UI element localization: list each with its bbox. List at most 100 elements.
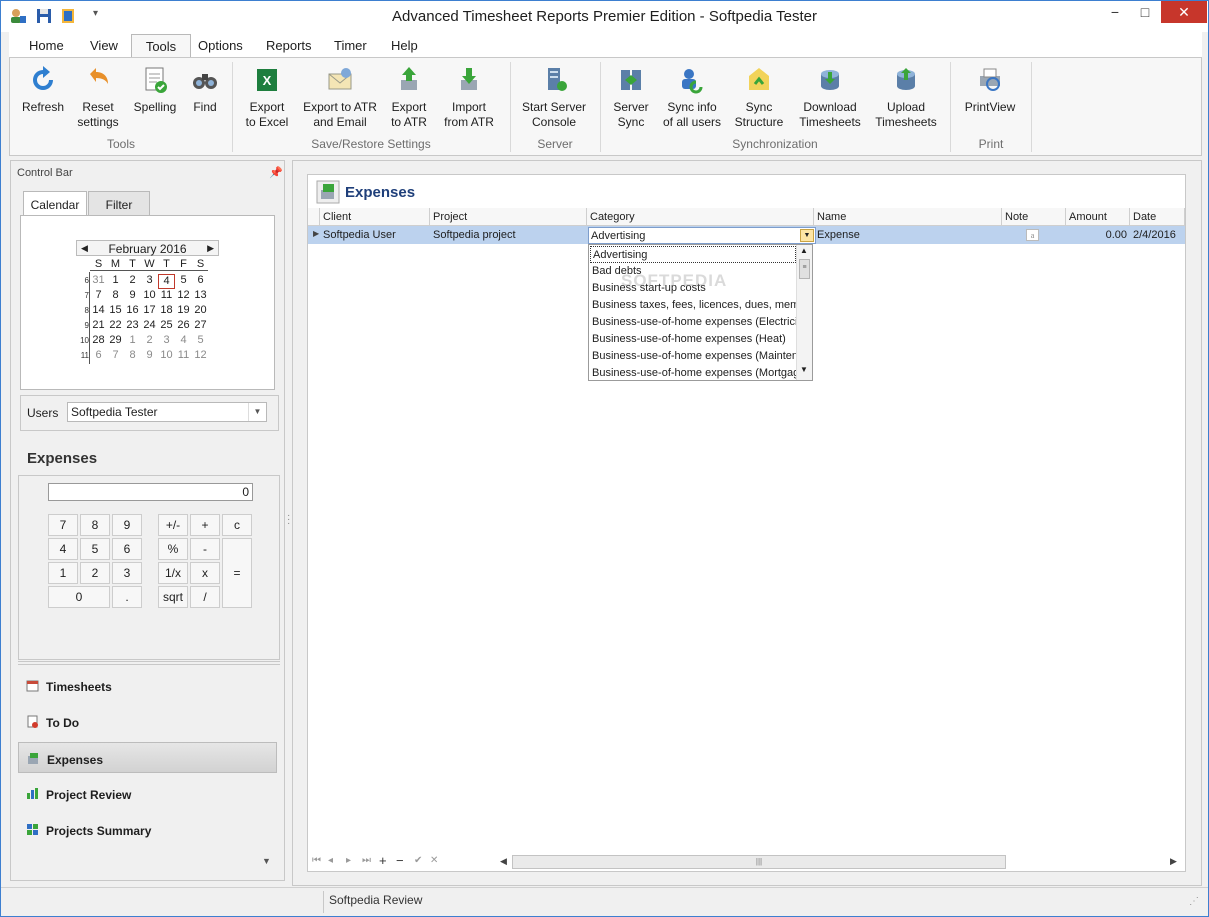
calendar-day[interactable]: 9 [124,289,141,301]
dropdown-option[interactable]: Bad debts [590,263,796,280]
resize-grip-icon[interactable]: ⋰ [1189,896,1199,907]
calendar-day[interactable]: 27 [192,319,209,331]
users-select[interactable]: Softpedia Tester ▼ [67,402,267,422]
nav-item-timesheets[interactable]: Timesheets [18,670,277,701]
calc-key-2[interactable]: 2 [80,562,110,584]
calc-key-percent[interactable]: % [158,538,188,560]
calendar-day[interactable]: 17 [141,304,158,316]
category-dropdown-button[interactable]: ▼ [800,229,814,242]
vertical-splitter-grip[interactable]: · · · [287,511,290,529]
tab-options[interactable]: Options [198,38,243,53]
calc-key-9[interactable]: 9 [112,514,142,536]
scroll-down-icon[interactable]: ▼ [800,365,808,374]
calc-key-6[interactable]: 6 [112,538,142,560]
export-atr-email-button[interactable]: Export to ATR and Email [300,64,380,130]
scroll-left-icon[interactable]: ◀ [500,856,507,867]
calc-key-3[interactable]: 3 [112,562,142,584]
reset-settings-button[interactable]: Reset settings [72,64,124,130]
calendar-day[interactable]: 24 [141,319,158,331]
calc-key-5[interactable]: 5 [80,538,110,560]
dropdown-option[interactable]: Business-use-of-home expenses (Heat) [590,331,796,348]
column-header-client[interactable]: Client [320,208,430,226]
column-header-name[interactable]: Name [814,208,1002,226]
cell-project[interactable]: Softpedia project [430,226,587,244]
add-record-icon[interactable]: + [379,853,387,868]
sync-info-users-button[interactable]: Sync info of all users [660,64,724,130]
dropdown-scrollbar[interactable]: ▲ ≡ ▼ [796,245,812,380]
import-from-atr-button[interactable]: Import from ATR [440,64,498,130]
column-header-category[interactable]: Category [587,208,814,226]
download-timesheets-button[interactable]: Download Timesheets [794,64,866,130]
tab-reports[interactable]: Reports [266,38,312,53]
cancel-edit-icon[interactable]: ✕ [430,855,438,866]
nav-item-todo[interactable]: To Do [18,706,277,737]
calendar-day[interactable]: 26 [175,319,192,331]
next-month-icon[interactable]: ▶ [207,243,214,254]
chevron-down-icon[interactable]: ▼ [248,403,266,421]
cell-client[interactable]: Softpedia User [320,226,430,244]
minimize-button[interactable]: − [1101,1,1129,23]
calendar-day[interactable]: 7 [90,289,107,301]
calendar-day[interactable]: 31 [90,274,107,286]
calc-key-reciprocal[interactable]: 1/x [158,562,188,584]
calc-key-multiply[interactable]: x [190,562,220,584]
column-header-project[interactable]: Project [430,208,587,226]
nav-item-projects-summary[interactable]: Projects Summary [18,814,277,845]
calendar-day[interactable]: 3 [158,334,175,346]
tab-help[interactable]: Help [391,38,418,53]
calculator-display[interactable]: 0 [48,483,253,501]
dropdown-option[interactable]: Business start-up costs [590,280,796,297]
calc-key-decimal[interactable]: . [112,586,142,608]
calendar-day[interactable]: 8 [124,349,141,361]
calendar-day[interactable]: 3 [141,274,158,286]
calc-key-plus-minus[interactable]: +/- [158,514,188,536]
calc-key-plus[interactable]: + [190,514,220,536]
calc-key-7[interactable]: 7 [48,514,78,536]
upload-timesheets-button[interactable]: Upload Timesheets [870,64,942,130]
calendar-day[interactable]: 14 [90,304,107,316]
first-record-icon[interactable]: ⏮ [312,855,321,866]
calendar-day[interactable]: 22 [107,319,124,331]
calendar-day[interactable]: 4 [158,274,175,289]
calendar-day[interactable]: 15 [107,304,124,316]
scroll-right-icon[interactable]: ▶ [1170,856,1177,867]
calc-key-clear[interactable]: c [222,514,252,536]
horizontal-scroll-thumb[interactable]: ||| [512,855,1006,869]
calendar-day[interactable]: 12 [175,289,192,301]
calendar-day[interactable]: 12 [192,349,209,361]
cell-name[interactable]: Expense [814,226,1002,244]
calendar-day[interactable]: 1 [124,334,141,346]
dropdown-option[interactable]: Business-use-of-home expenses (Mortgag [590,365,796,382]
calendar-day[interactable]: 13 [192,289,209,301]
calendar-day[interactable]: 16 [124,304,141,316]
note-icon[interactable]: a [1026,229,1039,241]
printview-button[interactable]: PrintView [958,64,1022,115]
cell-date[interactable]: 2/4/2016 [1130,226,1185,244]
calendar-day[interactable]: 5 [175,274,192,286]
cell-note[interactable]: a [1002,226,1066,244]
calendar-day[interactable]: 11 [158,289,175,301]
calc-key-0[interactable]: 0 [48,586,110,608]
column-header-note[interactable]: Note [1002,208,1066,226]
calendar-day[interactable]: 6 [90,349,107,361]
calendar-day[interactable]: 1 [107,274,124,286]
scroll-thumb[interactable]: ≡ [799,259,810,279]
nav-pane-menu-chevron-icon[interactable]: ▼ [262,856,271,866]
calc-key-4[interactable]: 4 [48,538,78,560]
close-button[interactable]: ✕ [1161,1,1207,23]
calendar-day[interactable]: 6 [192,274,209,286]
find-button[interactable]: Find [186,64,224,115]
dropdown-option[interactable]: Advertising [590,246,796,263]
export-to-atr-button[interactable]: Export to ATR [384,64,434,130]
calc-key-divide[interactable]: / [190,586,220,608]
tab-calendar[interactable]: Calendar [23,191,87,216]
tab-tools[interactable]: Tools [131,34,191,59]
maximize-button[interactable]: □ [1131,1,1159,23]
post-edit-icon[interactable]: ✔ [414,855,422,866]
tab-filter[interactable]: Filter [88,191,150,216]
calc-key-equals[interactable]: = [222,538,252,608]
calendar-day[interactable]: 11 [175,349,192,361]
nav-item-expenses[interactable]: Expenses [18,742,277,773]
category-editor[interactable]: Advertising ▼ [588,227,816,244]
calendar-day[interactable]: 7 [107,349,124,361]
